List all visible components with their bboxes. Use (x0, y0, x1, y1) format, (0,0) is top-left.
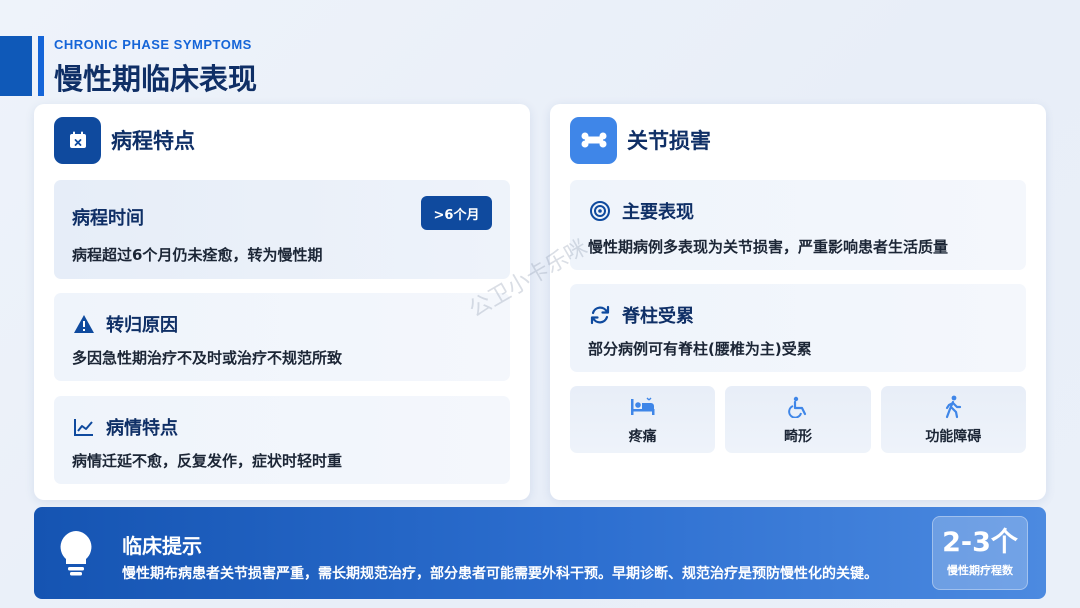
section-title-row: 转归原因 (72, 311, 178, 337)
page-title: 慢性期临床表现 (54, 62, 258, 96)
warning-icon (72, 312, 96, 336)
calendar-icon (54, 116, 101, 164)
page-subtitle: CHRONIC PHASE SYMPTOMS (54, 37, 252, 52)
banner-text: 慢性期布病患者关节损害严重，需长期规范治疗，部分患者可能需要外科干预。早期诊断、… (122, 566, 878, 582)
bone-icon (570, 116, 617, 164)
stat-label: 慢性期疗程数 (947, 563, 1013, 577)
stat-value: 2-3个 (942, 526, 1018, 558)
tile-label: 疼痛 (628, 428, 657, 445)
section-spine: 脊柱受累 部分病例可有脊柱(腰椎为主)受累 (570, 284, 1026, 372)
tile-label: 功能障碍 (925, 428, 982, 445)
title-accent-bar (0, 36, 48, 96)
clinical-tip-banner: 临床提示 慢性期布病患者关节损害严重，需长期规范治疗，部分患者可能需要外科干预。… (34, 507, 1046, 599)
symptom-tiles: 疼痛 畸形 功能障碍 (570, 386, 1026, 453)
section-body: 多因急性期治疗不及时或治疗不规范所致 (72, 349, 343, 367)
wheelchair-icon (785, 394, 811, 420)
section-body: 病程超过6个月仍未痊愈，转为慢性期 (72, 246, 323, 264)
section-features: 病情特点 病情迁延不愈，反复发作，症状时轻时重 (54, 396, 510, 484)
tile-pain: 疼痛 (570, 386, 716, 453)
treatment-course-stat: 2-3个 慢性期疗程数 (932, 516, 1028, 590)
section-body: 部分病例可有脊柱(腰椎为主)受累 (588, 340, 812, 358)
section-main-manifestation: 主要表现 慢性期病例多表现为关节损害，严重影响患者生活质量 (570, 180, 1026, 270)
walking-icon (940, 394, 966, 420)
lightbulb-icon (56, 529, 100, 577)
section-title-row: 病情特点 (72, 414, 178, 440)
chart-line-icon (72, 415, 96, 439)
bed-icon (630, 394, 656, 420)
joint-damage-card: 关节损害 主要表现 慢性期病例多表现为关节损害，严重影响患者生活质量 脊柱受累 … (550, 104, 1046, 500)
duration-badge: >6个月 (421, 196, 492, 230)
card-header: 病程特点 (54, 116, 195, 164)
section-title: 转归原因 (106, 315, 178, 336)
section-title-row: 主要表现 (588, 198, 694, 224)
card-title: 关节损害 (627, 129, 711, 153)
course-characteristics-card: 病程特点 病程时间 >6个月 病程超过6个月仍未痊愈，转为慢性期 转归原因 多因… (34, 104, 530, 500)
section-title: 病情特点 (106, 418, 178, 439)
section-duration: 病程时间 >6个月 病程超过6个月仍未痊愈，转为慢性期 (54, 180, 510, 279)
section-title-row: 脊柱受累 (588, 302, 694, 328)
section-title: 主要表现 (622, 202, 694, 223)
tile-deformity: 畸形 (725, 386, 871, 453)
card-title: 病程特点 (111, 129, 195, 153)
card-header: 关节损害 (570, 116, 711, 164)
section-title: 脊柱受累 (622, 306, 694, 327)
tile-label: 畸形 (783, 428, 812, 445)
banner-title: 临床提示 (122, 534, 202, 558)
section-body: 慢性期病例多表现为关节损害，严重影响患者生活质量 (588, 238, 949, 256)
target-icon (588, 199, 612, 223)
section-cause: 转归原因 多因急性期治疗不及时或治疗不规范所致 (54, 293, 510, 381)
section-title: 病程时间 (72, 208, 144, 229)
section-body: 病情迁延不愈，反复发作，症状时轻时重 (72, 452, 343, 470)
tile-dysfunction: 功能障碍 (880, 386, 1026, 453)
sync-icon (588, 303, 612, 327)
